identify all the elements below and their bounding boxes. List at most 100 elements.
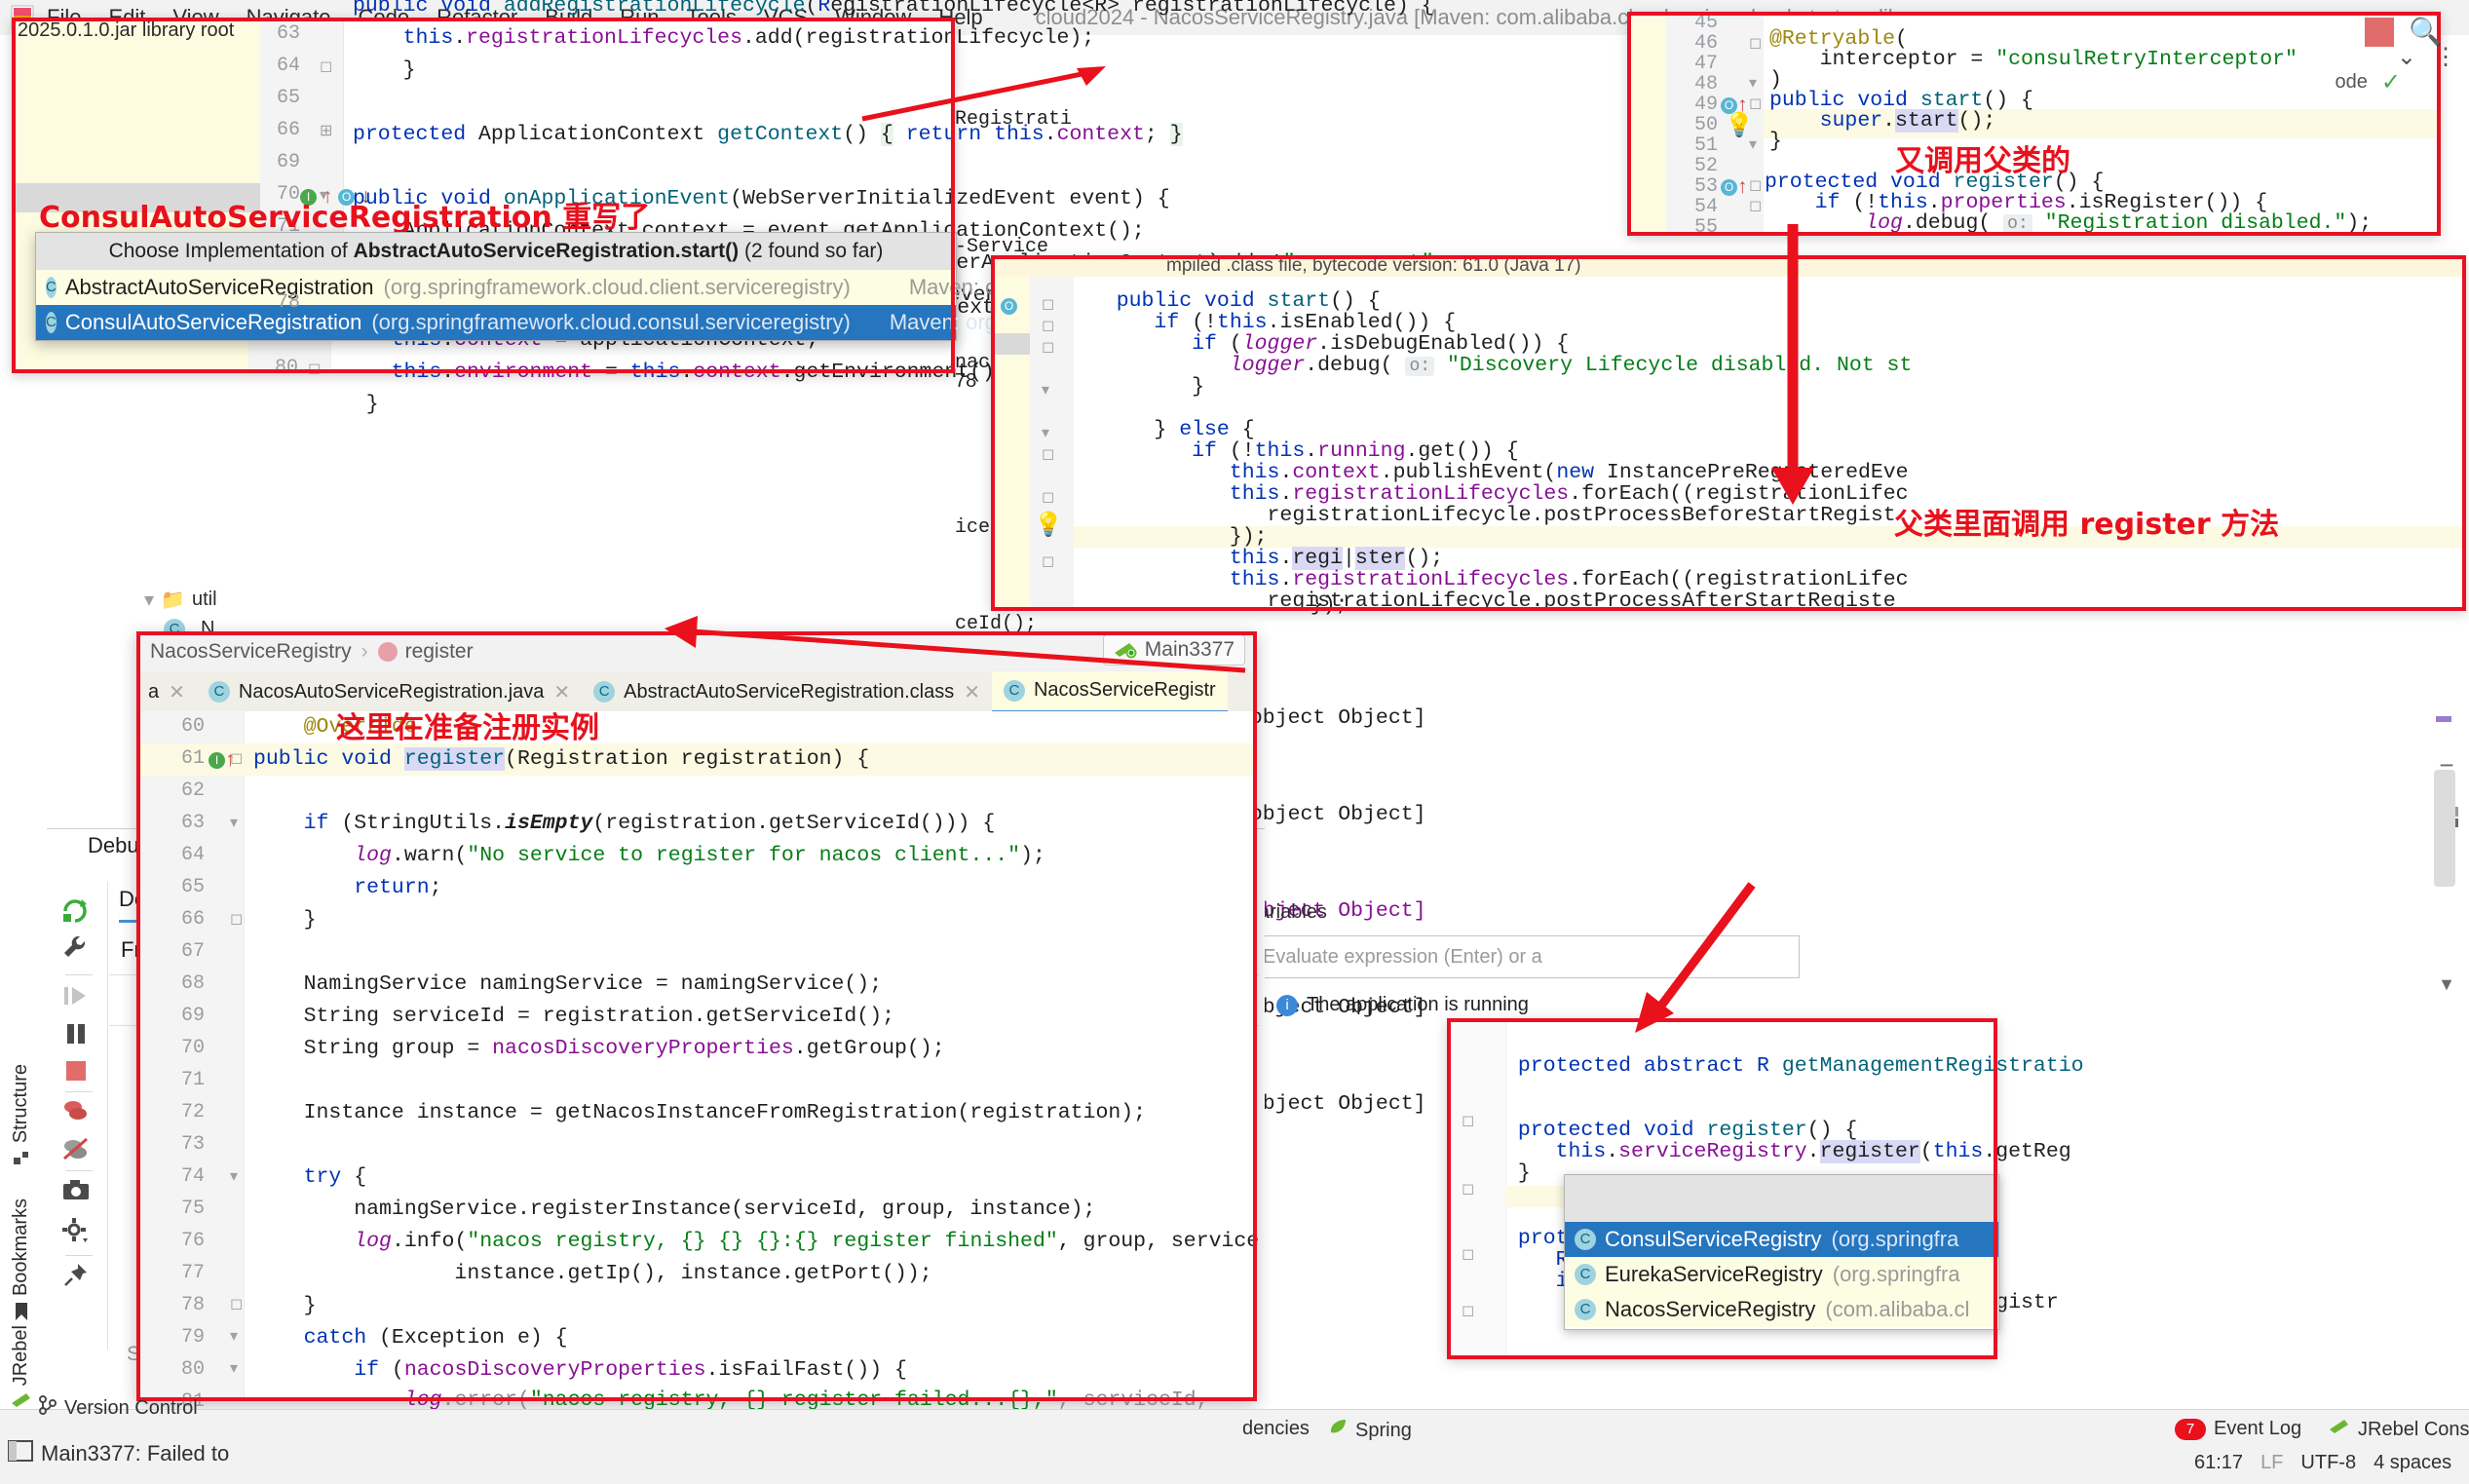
dropdown-item-consul[interactable]: C ConsulServiceRegistry (org.springfra [1565,1222,1998,1257]
debug-actions-toolbar[interactable] [47,882,108,1350]
close-icon[interactable]: ✕ [169,680,185,704]
status-spring[interactable]: Spring [1328,1418,1412,1443]
settings-wrench-icon[interactable] [60,932,90,968]
fold-marker[interactable]: ◻ [1749,94,1762,113]
dropdown-item-nacos[interactable]: C NacosServiceRegistry (com.alibaba.cl [1565,1292,1998,1327]
tree-item-util[interactable]: ▾ 📁 util [117,585,331,615]
encoding[interactable]: UTF-8 [2300,1452,2356,1474]
fold-marker[interactable]: ▾ [230,813,238,832]
class-code-close1[interactable]: } [1079,376,1204,398]
choose-implementation-popup[interactable]: Choose Implementation of AbstractAutoSer… [35,232,1507,341]
class-code-if-running[interactable]: if (!this.running.get()) { [1079,440,1519,462]
view-breakpoints-icon[interactable] [62,1098,90,1129]
code-line-62[interactable]: public void addRegistrationLifecycle(Reg… [353,0,1434,22]
camera-icon[interactable] [62,1178,90,1207]
editor-scrollbar-thumb[interactable] [2434,770,2455,887]
rail-bookmarks[interactable]: Bookmarks [10,1199,32,1327]
status-jrebel-console[interactable]: JRebel Console [2329,1418,2469,1441]
register-code-abstract[interactable]: protected abstract R getManagementRegist… [1505,1055,2084,1077]
inspection-widget[interactable]: ode ✓ [2336,68,2401,96]
class-code-foreach2[interactable]: this.registrationLifecycles.forEach((reg… [1079,569,1909,590]
editor-tab-bar[interactable]: a ✕ C NacosAutoServiceRegistration.java … [136,670,1257,713]
fold-marker[interactable]: ⊞ [320,121,332,140]
fold-marker[interactable]: ◻ [308,359,321,378]
nacos-code-66[interactable]: } [253,904,317,936]
left-tool-rail[interactable]: Structure Bookmarks JRebel [0,1052,47,1408]
consul-code-48[interactable]: ) [1769,69,1782,91]
nacos-code-78[interactable]: } [253,1290,317,1322]
consul-code-54[interactable]: if (!this.properties.isRegister()) { [1765,192,2268,213]
nacos-code-65[interactable]: return; [253,872,441,904]
nacos-code-68[interactable]: NamingService namingService = namingServ… [253,969,883,1001]
nacos-code-61[interactable]: public void register(Registration regist… [253,743,869,776]
fold-marker[interactable]: ▾ [1042,423,1049,442]
fold-marker[interactable]: ◻ [1042,444,1054,464]
fold-marker[interactable]: ▾ [230,1166,238,1186]
stop-icon[interactable] [64,1059,88,1088]
code-line-81[interactable]: } [341,389,379,421]
fold-marker[interactable]: ◻ [1462,1244,1474,1264]
fold-marker[interactable]: ◻ [1749,175,1762,195]
class-code-before[interactable]: registrationLifecycle.postProcessBeforeS… [1079,505,1896,526]
fold-marker[interactable]: ◻ [1042,294,1054,314]
nacos-code-76[interactable]: log.info("nacos registry, {} {} {}:{} re… [253,1226,1259,1258]
consul-code-49[interactable]: public void start() { [1769,90,2033,111]
gear-icon[interactable] [62,1218,90,1249]
resume-icon[interactable] [62,983,90,1014]
fold-marker[interactable]: ▾ [1042,380,1049,400]
stop-button[interactable] [2365,18,2394,47]
fold-marker[interactable]: ◻ [1042,316,1054,335]
register-code-r[interactable]: R [1505,1249,1569,1271]
consul-code-46[interactable]: @Retryable( [1769,28,1908,50]
nacos-code-74[interactable]: try { [253,1161,367,1194]
fold-marker[interactable]: ◻ [230,1294,243,1313]
rerun-icon[interactable] [60,895,90,931]
register-code-serviceregistry[interactable]: this.serviceRegistry.register(this.getRe… [1505,1140,2071,1163]
fold-marker[interactable]: ▾ [230,1358,238,1378]
code-line-80[interactable]: this.environment = this.context.getEnvir… [341,357,1007,389]
fold-marker[interactable]: ▾ [1749,73,1757,93]
fold-marker[interactable]: ◻ [1042,552,1054,571]
pin-icon[interactable] [63,1262,89,1293]
register-code-register[interactable]: protected void register() { [1505,1120,1857,1141]
tab-abstract-auto-service-registration[interactable]: C AbstractAutoServiceRegistration.class … [582,672,992,711]
intention-bulb-icon[interactable]: 💡 [1034,511,1063,539]
fold-marker[interactable]: ◻ [1749,33,1762,53]
fold-marker[interactable]: ◻ [1042,337,1054,357]
code-line-64[interactable]: } [353,55,416,87]
line-separator[interactable]: LF [2260,1452,2283,1474]
dropdown-item-eureka[interactable]: C EurekaServiceRegistry (org.springfra [1565,1257,1998,1292]
nacos-code-75[interactable]: namingService.registerInstance(serviceId… [253,1194,1095,1226]
nacos-code-70[interactable]: String group = nacosDiscoveryProperties.… [253,1033,945,1065]
class-code-register[interactable]: this.regi|ster(); [1079,547,1443,570]
mute-breakpoints-icon[interactable] [62,1137,90,1168]
gutter-marker-override-start[interactable]: O [1001,294,1017,318]
class-code-else[interactable]: } else { [1079,419,1254,440]
status-dependencies[interactable]: dencies [1242,1418,1310,1440]
breadcrumb-class[interactable]: NacosServiceRegistry [150,640,352,664]
rail-jrebel[interactable]: JRebel [10,1325,32,1415]
close-icon[interactable]: ✕ [553,680,570,704]
consul-code-50[interactable]: super.start(); [1769,109,1995,133]
fold-marker[interactable]: ◻ [1749,196,1762,215]
popup-item-abstract[interactable]: C AbstractAutoServiceRegistration (org.s… [36,270,1390,305]
nacos-code-72[interactable]: Instance instance = getNacosInstanceFrom… [253,1097,1146,1129]
consul-code-47[interactable]: interceptor = "consulRetryInterceptor" [1769,49,2298,70]
close-icon[interactable]: ✕ [964,680,980,704]
fold-marker[interactable]: ◻ [320,57,332,76]
tab-a[interactable]: a ✕ [136,672,197,711]
gutter-marker-override-53[interactable]: O ↑ [1721,175,1748,199]
status-main-message[interactable]: Main3377: Failed to [8,1440,229,1467]
breadcrumb-method[interactable]: register [405,640,474,664]
nacos-code-77[interactable]: instance.getIp(), instance.getPort()); [253,1258,931,1290]
fold-marker[interactable]: ◻ [1462,1111,1474,1130]
consul-code-51[interactable]: } [1769,131,1782,152]
register-gutter[interactable] [1447,1018,1506,1359]
caret-position[interactable]: 61:17 [2194,1452,2243,1474]
service-registry-dropdown[interactable]: C ConsulServiceRegistry (org.springfra C… [1564,1174,1999,1330]
nacos-code-80[interactable]: if (nacosDiscoveryProperties.isFailFast(… [253,1354,907,1387]
status-version-control[interactable]: Version Control [39,1395,198,1421]
class-code-closeforeach1[interactable]: }); [1079,526,1268,548]
status-editor-info[interactable]: 61:17 LF UTF-8 4 spaces [2194,1452,2469,1474]
chevron-down-icon[interactable]: ▼ [2438,974,2455,995]
